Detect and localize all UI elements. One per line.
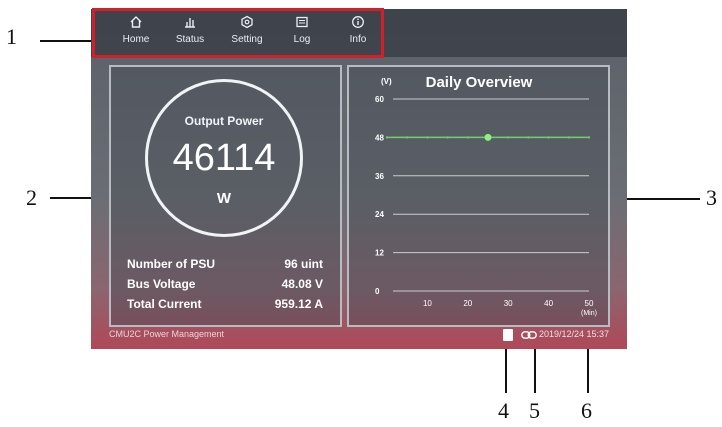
chart-title: Daily Overview	[426, 74, 533, 91]
daily-overview-chart: Daily Overview (V) 0 12 24 36 48 60 10 20 30 40 50 (M…	[375, 74, 597, 317]
data-point	[527, 136, 530, 139]
output-power-panel: Output Power 46114 W Number of PSU 96 ui…	[109, 65, 342, 327]
y-tick-label: 48	[375, 133, 384, 142]
sd-card-icon	[503, 329, 513, 341]
output-power-value: 46114	[172, 137, 276, 179]
output-power-gauge: Output Power 46114 W	[145, 79, 303, 237]
stat-total-current-label: Total Current	[127, 297, 202, 311]
y-tick-label: 36	[375, 172, 384, 181]
data-point	[507, 136, 510, 139]
y-tick-label: 0	[375, 287, 380, 296]
app-name: CMU2C Power Management	[109, 329, 225, 339]
stat-psu-count-label: Number of PSU	[127, 257, 216, 271]
x-tick-label: 50	[585, 299, 594, 308]
x-tick-label: 40	[544, 299, 553, 308]
date-time: 2019/12/24 15:37	[539, 329, 610, 339]
data-point	[426, 136, 429, 139]
stat-bus-voltage-label: Bus Voltage	[127, 277, 196, 291]
stat-psu-count-value: 96 uint	[284, 257, 323, 271]
output-power-title: Output Power	[184, 114, 264, 128]
link-icon	[521, 331, 537, 339]
x-axis-unit: (Min)	[581, 310, 597, 317]
current-point-marker	[484, 133, 492, 141]
stat-bus-voltage: Bus Voltage 48.08 V	[127, 277, 323, 295]
data-point	[567, 136, 570, 139]
data-point	[547, 136, 550, 139]
x-tick-label: 20	[463, 299, 472, 308]
annotation-box-nav	[92, 8, 384, 58]
y-tick-label: 60	[375, 95, 384, 104]
x-tick-label: 10	[423, 299, 432, 308]
annotation-5: 5	[529, 398, 540, 423]
annotation-1: 1	[6, 24, 17, 49]
stat-total-current-value: 959.12 A	[274, 297, 323, 311]
x-tick-label: 30	[504, 299, 513, 308]
data-point	[446, 136, 449, 139]
data-point	[406, 136, 409, 139]
data-point	[587, 136, 591, 139]
stat-total-current: Total Current 959.12 A	[127, 297, 323, 315]
stat-psu-count: Number of PSU 96 uint	[127, 257, 323, 275]
y-tick-label: 12	[375, 249, 384, 258]
data-point	[466, 136, 469, 139]
y-tick-label: 24	[375, 210, 384, 219]
device-screen: Home Status Setting Log Info Output Powe…	[91, 9, 627, 349]
annotation-line-1	[40, 40, 92, 42]
annotation-3: 3	[706, 185, 717, 210]
daily-overview-panel: Daily Overview (V) 0 12 24 36 48 60 10 20 30 40 50 (M…	[347, 65, 610, 327]
annotation-6: 6	[581, 398, 592, 423]
y-axis-unit: (V)	[381, 77, 392, 86]
annotation-2: 2	[26, 185, 37, 210]
annotation-4: 4	[498, 398, 509, 423]
stat-bus-voltage-value: 48.08 V	[281, 277, 323, 291]
data-point	[385, 136, 389, 139]
output-power-unit: W	[216, 190, 232, 207]
